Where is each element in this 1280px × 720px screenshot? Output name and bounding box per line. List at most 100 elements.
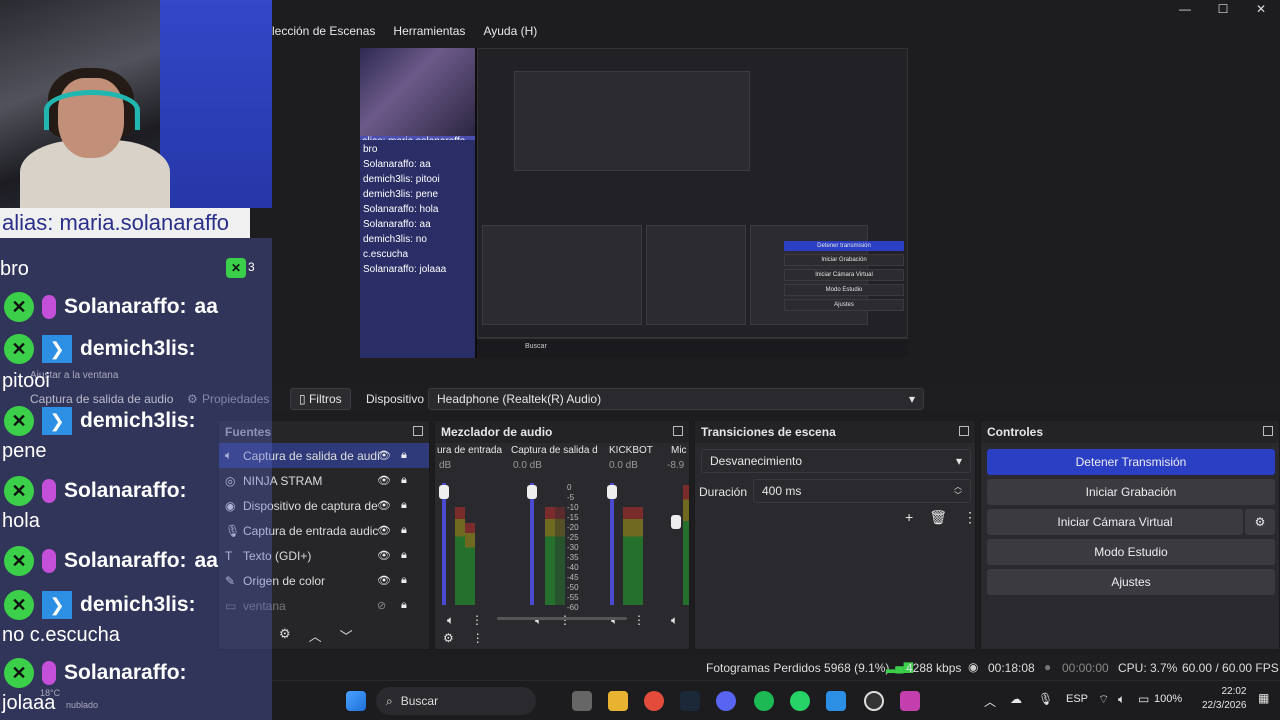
task-view-icon[interactable] bbox=[572, 691, 592, 711]
lock-icon[interactable]: 🔒︎ bbox=[401, 574, 407, 587]
stop-streaming-button[interactable]: Detener Transmisión bbox=[987, 449, 1275, 475]
eye-icon[interactable]: 👁︎ bbox=[377, 574, 391, 587]
taskbar-clock[interactable]: 22:02 22/3/2026 bbox=[1202, 685, 1247, 713]
clock-date: 22/3/2026 bbox=[1202, 700, 1247, 711]
start-virtual-camera-button[interactable]: Iniciar Cámara Virtual bbox=[987, 509, 1243, 535]
app-icon[interactable] bbox=[826, 691, 846, 711]
more-icon[interactable]: ⋮ bbox=[963, 509, 977, 526]
lock-icon[interactable]: 🔒︎ bbox=[401, 449, 407, 462]
move-up-icon[interactable]: ︿ bbox=[309, 626, 322, 645]
language-indicator[interactable]: ESP bbox=[1066, 693, 1088, 705]
lock-icon[interactable]: 🔒︎ bbox=[401, 599, 407, 612]
steam-icon[interactable] bbox=[680, 691, 700, 711]
battery-icon[interactable]: ▭ bbox=[1138, 692, 1149, 706]
chat-message: ✕ Solanaraffo: bbox=[4, 658, 187, 688]
mic-icon[interactable]: 🎙︎ bbox=[1038, 692, 1053, 706]
menu-bar: lección de Escenas Herramientas Ayuda (H… bbox=[272, 18, 537, 44]
preview-studio: Modo Estudio bbox=[784, 284, 904, 296]
undock-icon[interactable] bbox=[959, 426, 969, 436]
obs-icon[interactable] bbox=[864, 691, 884, 711]
lock-icon[interactable]: 🔒︎ bbox=[401, 499, 407, 512]
background-light bbox=[160, 0, 272, 208]
studio-mode-button[interactable]: Modo Estudio bbox=[987, 539, 1275, 565]
windows-start-icon[interactable] bbox=[346, 691, 366, 711]
chat-message: ✕ Solanaraffo: bbox=[4, 476, 187, 506]
device-select[interactable]: Headphone (Realtek(R) Audio) ▾ bbox=[428, 388, 924, 410]
wifi-icon[interactable]: ⌔ bbox=[1098, 692, 1109, 707]
discord-icon[interactable] bbox=[716, 691, 736, 711]
chat-user: Solanaraffo: bbox=[64, 549, 187, 572]
volume-fader[interactable] bbox=[530, 483, 534, 605]
chat-overlay: bro ✕ 3 Ajustar a la ventana Captura de … bbox=[0, 238, 272, 720]
device-label: Dispositivo bbox=[366, 392, 425, 406]
filters-button[interactable]: ▯ Filtros bbox=[290, 388, 351, 410]
lock-icon[interactable]: 🔒︎ bbox=[401, 524, 407, 537]
eye-hidden-icon[interactable]: ⊘ bbox=[377, 599, 386, 612]
volume-fader[interactable] bbox=[610, 483, 614, 605]
menu-scene-collection[interactable]: lección de Escenas bbox=[272, 24, 375, 38]
app-icon[interactable] bbox=[900, 691, 920, 711]
undock-icon[interactable] bbox=[673, 426, 683, 436]
whatsapp-icon[interactable] bbox=[790, 691, 810, 711]
xbox-icon: ✕ bbox=[4, 334, 34, 364]
menu-tools[interactable]: Herramientas bbox=[393, 24, 465, 38]
more-icon[interactable]: ⋮ bbox=[471, 613, 483, 627]
chevron-up-icon[interactable]: ︿ bbox=[984, 693, 996, 710]
mic-icon bbox=[42, 295, 56, 319]
eye-icon[interactable]: 👁︎ bbox=[377, 474, 391, 487]
maximize-button[interactable]: ☐ bbox=[1204, 0, 1242, 20]
chat-user: Solanaraffo: bbox=[64, 295, 187, 318]
volume-icon[interactable]: 🔈︎ bbox=[1118, 692, 1125, 707]
spin-arrows-icon[interactable]: ︿ ﹀ bbox=[954, 482, 962, 500]
speaker-icon[interactable]: 🔈︎ bbox=[535, 613, 542, 628]
horizontal-scrollbar[interactable] bbox=[497, 617, 627, 620]
menu-help[interactable]: Ayuda (H) bbox=[483, 24, 537, 38]
notification-icon[interactable]: ▦ bbox=[1258, 691, 1269, 705]
volume-fader[interactable] bbox=[442, 483, 446, 605]
fader-knob[interactable] bbox=[607, 485, 617, 499]
virtual-camera-settings-button[interactable]: ⚙ bbox=[1245, 509, 1275, 535]
fader-knob[interactable] bbox=[439, 485, 449, 499]
eye-icon[interactable]: 👁︎ bbox=[377, 499, 391, 512]
close-button[interactable]: ✕ bbox=[1242, 0, 1280, 20]
windows-taskbar: ⌕ Buscar ︿ ☁ 🎙︎ ESP ⌔ 🔈︎ ▭ 100% 22:02 22… bbox=[272, 680, 1280, 720]
chrome-icon[interactable] bbox=[644, 691, 664, 711]
chat-message: ✕ Solanaraffo: aa bbox=[4, 292, 218, 322]
lock-icon[interactable]: 🔒︎ bbox=[401, 549, 407, 562]
speaker-icon[interactable]: 🔈︎ bbox=[611, 613, 618, 628]
more-icon[interactable]: ⋮ bbox=[472, 631, 484, 645]
speaker-icon[interactable]: 🔈︎ bbox=[447, 613, 454, 628]
spotify-icon[interactable] bbox=[754, 691, 774, 711]
taskbar-search[interactable]: ⌕ Buscar bbox=[376, 687, 536, 715]
fader-knob[interactable] bbox=[527, 485, 537, 499]
more-icon[interactable]: ⋮ bbox=[559, 613, 571, 627]
file-explorer-icon[interactable] bbox=[608, 691, 628, 711]
record-icon: ● bbox=[1044, 660, 1052, 674]
move-down-icon[interactable]: ﹀ bbox=[340, 626, 353, 645]
stream-preview[interactable]: alias: maria.solanaraffo bro Solanaraffo… bbox=[360, 48, 908, 358]
minimize-button[interactable]: — bbox=[1166, 0, 1204, 20]
mixer-settings-icon[interactable]: ⚙ bbox=[443, 631, 454, 645]
undock-icon[interactable] bbox=[413, 426, 423, 436]
scale-tick: -10 bbox=[567, 503, 579, 512]
preview-taskbar: Buscar bbox=[477, 338, 908, 358]
eye-icon[interactable]: 👁︎ bbox=[377, 524, 391, 537]
settings-button[interactable]: Ajustes bbox=[987, 569, 1275, 595]
fader-knob[interactable] bbox=[671, 515, 681, 529]
undock-icon[interactable] bbox=[1263, 426, 1273, 436]
cloud-icon[interactable]: ☁ bbox=[1010, 692, 1022, 706]
add-icon[interactable]: + bbox=[905, 509, 913, 526]
speaker-icon[interactable]: 🔈︎ bbox=[671, 613, 678, 628]
prompt-icon: ❯ bbox=[42, 407, 72, 435]
more-icon[interactable]: ⋮ bbox=[633, 613, 645, 627]
start-recording-button[interactable]: Iniciar Grabación bbox=[987, 479, 1275, 505]
duration-spinbox[interactable]: 400 ms ︿ ﹀ bbox=[753, 479, 971, 503]
eye-icon[interactable]: 👁︎ bbox=[377, 549, 391, 562]
preview-webcam bbox=[360, 48, 475, 138]
db-scale: 0 -5 -10 -15 -20 -25 -30 -35 -40 -45 -50 -55 -60 bbox=[567, 483, 579, 613]
eye-icon[interactable]: 👁︎ bbox=[377, 449, 391, 462]
trash-icon[interactable]: 🗑︎ bbox=[929, 509, 947, 526]
transition-select[interactable]: Desvanecimiento ▾ bbox=[701, 449, 971, 473]
gear-icon[interactable]: ⚙ bbox=[279, 626, 291, 645]
lock-icon[interactable]: 🔒︎ bbox=[401, 474, 407, 487]
